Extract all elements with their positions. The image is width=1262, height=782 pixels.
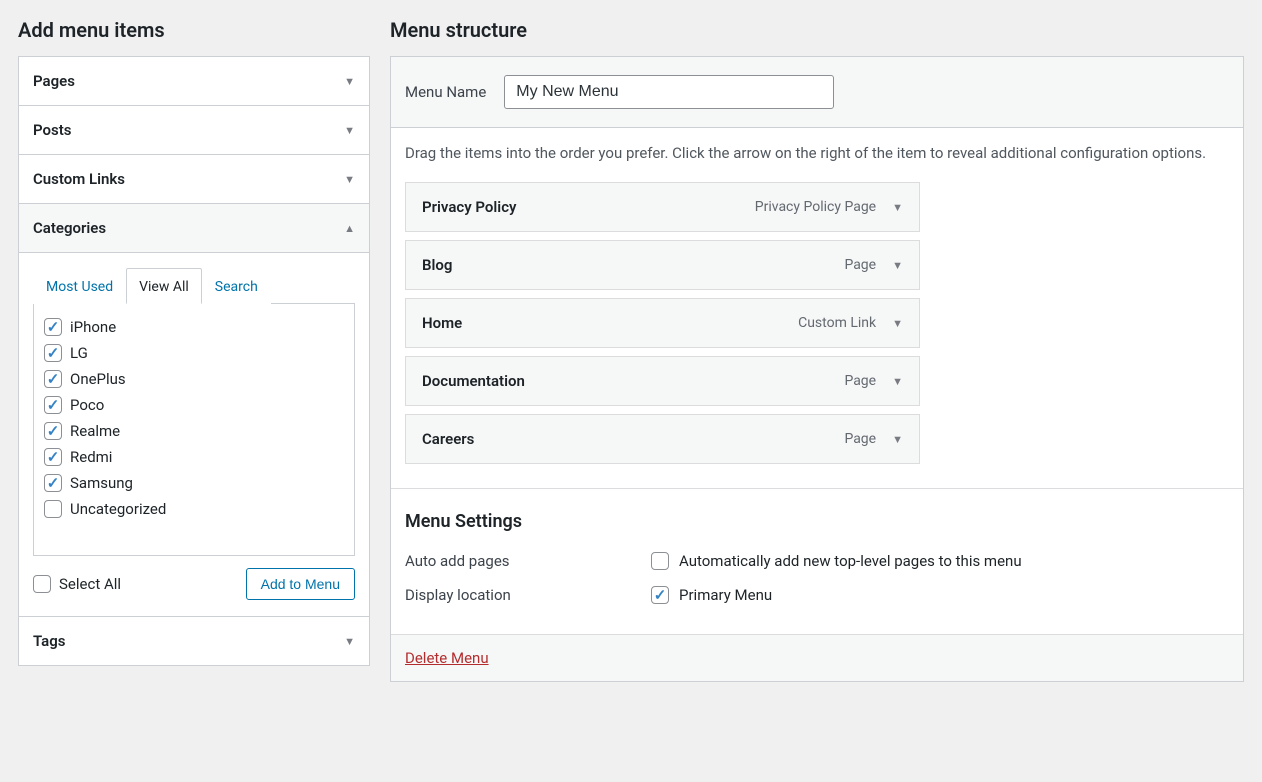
category-item[interactable]: LG xyxy=(44,340,344,366)
accordion-group: Pages ▼ Posts ▼ Custom Links ▼ Categorie… xyxy=(18,56,370,666)
accordion-posts[interactable]: Posts ▼ xyxy=(19,105,369,154)
category-label: Redmi xyxy=(70,448,112,466)
drag-hint: Drag the items into the order you prefer… xyxy=(405,144,1229,162)
category-checkbox[interactable] xyxy=(44,370,62,388)
auto-add-description: Automatically add new top-level pages to… xyxy=(679,552,1022,570)
chevron-down-icon[interactable]: ▼ xyxy=(892,201,903,214)
menu-item[interactable]: Blog Page ▼ xyxy=(405,240,920,290)
auto-add-checkbox[interactable] xyxy=(651,552,669,570)
chevron-down-icon: ▼ xyxy=(344,173,355,186)
menu-name-label: Menu Name xyxy=(405,83,486,101)
tab-view-all[interactable]: View All xyxy=(126,268,202,304)
accordion-categories-body: Most Used View All Search iPhone LG OnePlu… xyxy=(19,252,369,616)
menu-item-title: Careers xyxy=(422,430,474,448)
category-tabs: Most Used View All Search xyxy=(33,267,355,304)
menu-item-type: Page xyxy=(844,373,876,389)
category-item[interactable]: Uncategorized xyxy=(44,496,344,522)
menu-items-list: Privacy Policy Privacy Policy Page ▼ Blog Pa… xyxy=(405,182,1229,464)
category-label: Realme xyxy=(70,422,120,440)
menu-item-type: Custom Link xyxy=(798,315,876,331)
chevron-down-icon: ▼ xyxy=(344,635,355,648)
menu-name-input[interactable] xyxy=(504,75,834,109)
accordion-posts-label: Posts xyxy=(33,121,71,139)
display-location-checkbox[interactable] xyxy=(651,586,669,604)
category-item[interactable]: OnePlus xyxy=(44,366,344,392)
category-label: Samsung xyxy=(70,474,133,492)
chevron-down-icon[interactable]: ▼ xyxy=(892,375,903,388)
menu-item[interactable]: Documentation Page ▼ xyxy=(405,356,920,406)
menu-item[interactable]: Home Custom Link ▼ xyxy=(405,298,920,348)
menu-item-title: Blog xyxy=(422,256,452,274)
accordion-pages-label: Pages xyxy=(33,72,75,90)
menu-item-title: Home xyxy=(422,314,462,332)
category-label: OnePlus xyxy=(70,370,126,388)
menu-item-title: Documentation xyxy=(422,372,525,390)
menu-item[interactable]: Careers Page ▼ xyxy=(405,414,920,464)
categories-list[interactable]: iPhone LG OnePlus Poco Realme Redmi Samsung Unc… xyxy=(33,304,355,556)
category-label: Poco xyxy=(70,396,104,414)
select-all-label: Select All xyxy=(59,575,121,593)
menu-item-title: Privacy Policy xyxy=(422,198,516,216)
chevron-down-icon: ▼ xyxy=(344,124,355,137)
display-location-description: Primary Menu xyxy=(679,586,772,604)
category-item[interactable]: Samsung xyxy=(44,470,344,496)
category-checkbox[interactable] xyxy=(44,318,62,336)
category-item[interactable]: iPhone xyxy=(44,314,344,340)
chevron-down-icon[interactable]: ▼ xyxy=(892,317,903,330)
category-item[interactable]: Poco xyxy=(44,392,344,418)
category-checkbox[interactable] xyxy=(44,422,62,440)
delete-menu-link[interactable]: Delete Menu xyxy=(405,649,489,667)
add-menu-items-heading: Add menu items xyxy=(18,18,370,42)
category-label: LG xyxy=(70,344,88,362)
category-item[interactable]: Realme xyxy=(44,418,344,444)
menu-structure-heading: Menu structure xyxy=(390,18,1244,42)
display-location-label: Display location xyxy=(405,586,651,604)
category-checkbox[interactable] xyxy=(44,474,62,492)
category-item[interactable]: Redmi xyxy=(44,444,344,470)
accordion-tags-label: Tags xyxy=(33,632,66,650)
menu-item[interactable]: Privacy Policy Privacy Policy Page ▼ xyxy=(405,182,920,232)
chevron-down-icon: ▼ xyxy=(344,75,355,88)
tab-search[interactable]: Search xyxy=(202,268,271,304)
tab-most-used[interactable]: Most Used xyxy=(33,268,126,304)
category-label: iPhone xyxy=(70,318,116,336)
accordion-categories-label: Categories xyxy=(33,219,106,237)
accordion-categories[interactable]: Categories ▲ xyxy=(19,203,369,252)
chevron-up-icon: ▲ xyxy=(344,222,355,235)
accordion-tags[interactable]: Tags ▼ xyxy=(19,616,369,665)
add-to-menu-button[interactable]: Add to Menu xyxy=(246,568,355,600)
accordion-custom-links[interactable]: Custom Links ▼ xyxy=(19,154,369,203)
select-all-checkbox[interactable] xyxy=(33,575,51,593)
menu-item-type: Privacy Policy Page xyxy=(755,199,876,215)
menu-settings-heading: Menu Settings xyxy=(405,511,1229,532)
accordion-pages[interactable]: Pages ▼ xyxy=(19,57,369,105)
menu-item-type: Page xyxy=(844,431,876,447)
chevron-down-icon[interactable]: ▼ xyxy=(892,259,903,272)
category-label: Uncategorized xyxy=(70,500,166,518)
accordion-custom-links-label: Custom Links xyxy=(33,170,125,188)
category-checkbox[interactable] xyxy=(44,448,62,466)
select-all-row[interactable]: Select All xyxy=(33,571,121,597)
category-checkbox[interactable] xyxy=(44,500,62,518)
auto-add-label: Auto add pages xyxy=(405,552,651,570)
category-checkbox[interactable] xyxy=(44,344,62,362)
chevron-down-icon[interactable]: ▼ xyxy=(892,433,903,446)
menu-item-type: Page xyxy=(844,257,876,273)
category-checkbox[interactable] xyxy=(44,396,62,414)
